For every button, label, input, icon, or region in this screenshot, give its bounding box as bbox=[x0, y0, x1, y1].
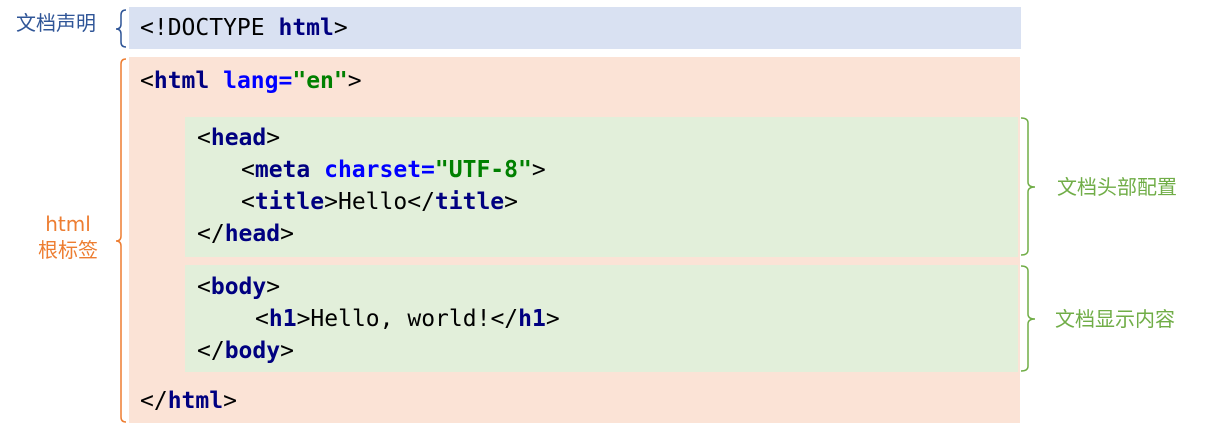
doctype-keyword: html bbox=[278, 15, 334, 41]
head-tag: head bbox=[210, 125, 267, 151]
charset-attr: charset bbox=[324, 157, 422, 183]
charset-value: "UTF-8" bbox=[434, 157, 532, 183]
html-close-line: </html> bbox=[140, 385, 237, 417]
body-tag: body bbox=[210, 274, 267, 300]
charset-eq: = bbox=[421, 157, 435, 183]
meta-line: <meta charset="UTF-8"> bbox=[241, 154, 546, 186]
html-root-label-line2: 根标签 bbox=[38, 238, 98, 262]
title-text: Hello bbox=[337, 189, 408, 215]
html-tag: html bbox=[153, 68, 210, 94]
meta-gt: > bbox=[531, 157, 546, 183]
html-open-lt: < bbox=[140, 68, 154, 94]
body-open-lt: < bbox=[197, 274, 211, 300]
body-close-lt: </ bbox=[197, 338, 225, 364]
head-close-lt: </ bbox=[197, 221, 225, 247]
doctype-suffix: > bbox=[333, 15, 348, 41]
html-root-bracket bbox=[115, 58, 127, 423]
body-close-tag: body bbox=[224, 338, 281, 364]
meta-tag: meta bbox=[254, 157, 311, 183]
body-label: 文档显示内容 bbox=[1055, 307, 1175, 331]
title-gt: > bbox=[324, 189, 338, 215]
title-close-lt: </ bbox=[407, 189, 435, 215]
head-close-gt: > bbox=[280, 221, 294, 247]
doctype-prefix: <!DOCTYPE bbox=[140, 15, 279, 41]
html-close-tag: html bbox=[167, 388, 224, 414]
h1-close-lt: </ bbox=[490, 306, 519, 332]
doctype-bracket bbox=[115, 9, 127, 48]
h1-text: Hello, world! bbox=[310, 306, 491, 332]
head-close-line: </head> bbox=[197, 218, 294, 250]
body-open-gt: > bbox=[266, 274, 281, 300]
html-open-line: <html lang="en"> bbox=[140, 65, 362, 97]
h1-gt: > bbox=[296, 306, 311, 332]
html-root-label-line1: html bbox=[45, 212, 91, 236]
doctype-label: 文档声明 bbox=[16, 11, 96, 35]
head-close-tag: head bbox=[224, 221, 281, 247]
lang-attr: lang bbox=[223, 68, 279, 94]
html-close-gt: > bbox=[223, 388, 237, 414]
head-bracket bbox=[1020, 117, 1036, 256]
h1-line: <h1>Hello, world!</h1> bbox=[255, 303, 560, 335]
meta-lt: < bbox=[241, 157, 255, 183]
body-open-line: <body> bbox=[197, 271, 280, 303]
body-close-gt: > bbox=[280, 338, 294, 364]
h1-lt: < bbox=[255, 306, 269, 332]
head-open-line: <head> bbox=[197, 122, 280, 154]
title-close-gt: > bbox=[504, 189, 519, 215]
head-label: 文档头部配置 bbox=[1057, 175, 1177, 199]
html-root-label: html 根标签 bbox=[28, 211, 108, 263]
title-tag: title bbox=[254, 189, 325, 215]
title-lt: < bbox=[241, 189, 255, 215]
doctype-line: <!DOCTYPE html> bbox=[140, 12, 348, 44]
body-close-line: </body> bbox=[197, 335, 294, 367]
h1-tag: h1 bbox=[268, 306, 297, 332]
title-line: <title>Hello</title> bbox=[241, 186, 518, 218]
lang-value: "en" bbox=[292, 68, 348, 94]
lang-eq: = bbox=[278, 68, 293, 94]
head-open-gt: > bbox=[266, 125, 281, 151]
h1-close-tag: h1 bbox=[518, 306, 546, 332]
h1-close-gt: > bbox=[545, 306, 560, 332]
html-open-gt: > bbox=[347, 68, 362, 94]
html-close-lt: </ bbox=[140, 388, 168, 414]
title-close-tag: title bbox=[434, 189, 505, 215]
head-open-lt: < bbox=[197, 125, 211, 151]
body-bracket bbox=[1020, 265, 1036, 372]
